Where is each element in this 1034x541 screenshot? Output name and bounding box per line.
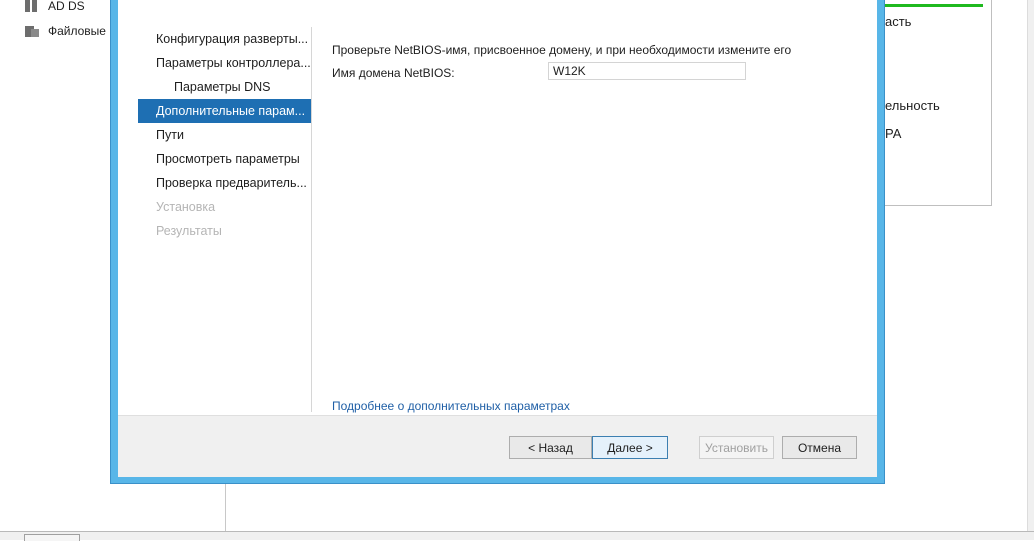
back-button[interactable]: < Назад <box>509 436 592 459</box>
step-prerequisites-check[interactable]: Проверка предваритель... <box>138 171 312 195</box>
step-installation: Установка <box>156 200 216 214</box>
wizard-body: Конфигурация разверты... Параметры контр… <box>118 0 877 477</box>
ad-ds-config-wizard: Конфигурация разверты... Параметры контр… <box>110 0 885 484</box>
step-review-options[interactable]: Просмотреть параметры <box>138 147 312 171</box>
nav-item-ad-ds[interactable]: AD DS <box>24 0 85 16</box>
tile-text: асть <box>885 14 912 29</box>
step-results: Результаты <box>156 224 222 238</box>
install-button: Установить <box>699 436 774 459</box>
cancel-button[interactable]: Отмена <box>782 436 857 459</box>
step-deployment-config[interactable]: Конфигурация разверты... <box>138 27 312 51</box>
steps-divider <box>311 27 312 412</box>
nav-item-label: Файловые <box>48 24 106 38</box>
instruction-text: Проверьте NetBIOS-имя, присвоенное домен… <box>332 43 792 57</box>
status-bar <box>885 4 983 7</box>
netbios-label: Имя домена NetBIOS: <box>332 66 455 80</box>
tile-text: РА <box>885 126 902 141</box>
step-paths[interactable]: Пути <box>138 123 312 147</box>
file-services-icon <box>24 24 40 38</box>
step-dc-options[interactable]: Параметры контроллера... <box>138 51 312 75</box>
nav-item-label: AD DS <box>48 0 85 13</box>
nav-item-file-services[interactable]: Файловые <box>24 21 106 41</box>
server-icon <box>24 0 40 13</box>
step-dns-options[interactable]: Параметры DNS <box>138 75 312 99</box>
wizard-steps-list: Конфигурация разверты... Параметры контр… <box>138 27 312 243</box>
background-tile: асть ельность РА <box>885 0 992 206</box>
taskbar-item[interactable] <box>24 534 80 541</box>
next-button[interactable]: Далее > <box>592 436 668 459</box>
scrollbar[interactable] <box>1027 0 1034 539</box>
wizard-footer: < Назад Далее > Установить Отмена <box>118 415 877 477</box>
netbios-name-input[interactable] <box>548 62 746 80</box>
more-about-options-link[interactable]: Подробнее о дополнительных параметрах <box>332 399 570 413</box>
step-additional-options[interactable]: Дополнительные парам... <box>138 99 312 123</box>
tile-text: ельность <box>885 98 940 113</box>
